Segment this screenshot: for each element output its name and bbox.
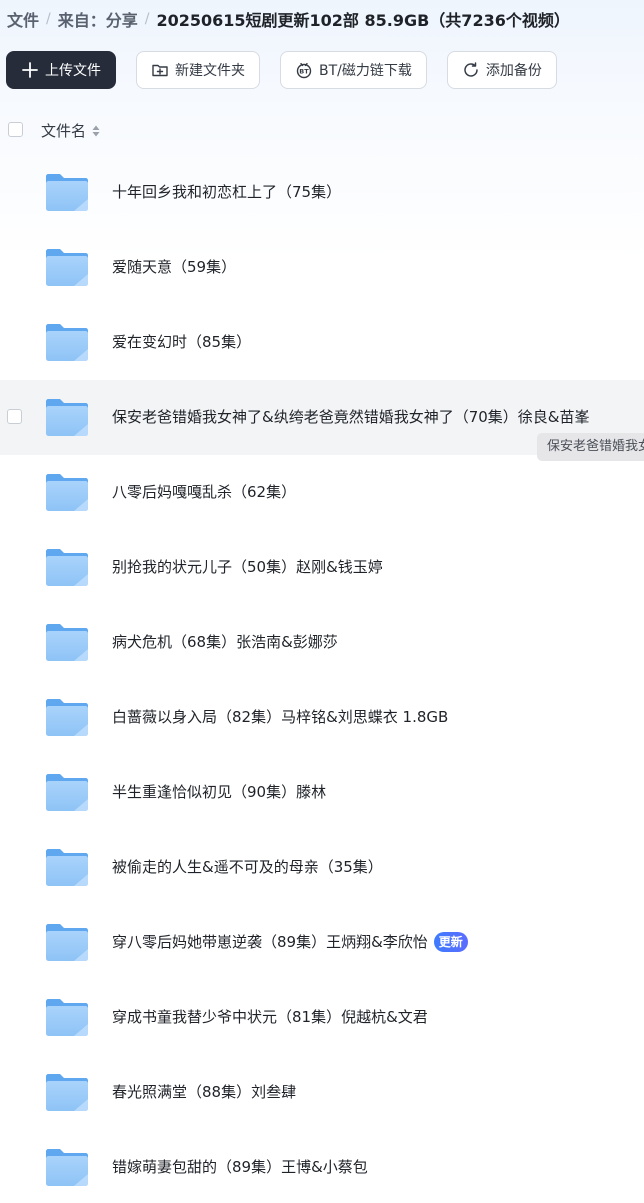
new-folder-label: 新建文件夹 bbox=[175, 63, 245, 79]
file-name[interactable]: 八零后妈嘎嘎乱杀（62集） bbox=[112, 481, 296, 502]
upload-file-label: 上传文件 bbox=[45, 63, 101, 79]
file-name[interactable]: 白蔷薇以身入局（82集）马梓铭&刘思蝶衣 1.8GB bbox=[112, 706, 448, 727]
name-column-header[interactable]: 文件名 bbox=[41, 120, 86, 141]
bt-magnet-download-label: BT/磁力链下载 bbox=[319, 63, 412, 79]
file-name-text: 爱随天意（59集） bbox=[112, 258, 237, 276]
new-folder-button[interactable]: 新建文件夹 bbox=[136, 51, 260, 89]
folder-icon bbox=[44, 321, 90, 363]
select-all-checkbox[interactable] bbox=[8, 122, 23, 137]
file-name-text: 春光照满堂（88集）刘叁肆 bbox=[112, 1083, 297, 1101]
file-name-text: 穿成书童我替少爷中状元（81集）倪越杭&文君 bbox=[112, 1008, 428, 1026]
file-row[interactable]: 爱在变幻时（85集） bbox=[0, 305, 644, 380]
breadcrumb-source[interactable]: 来自：分享 bbox=[58, 7, 138, 31]
file-row[interactable]: 被偷走的人生&遥不可及的母亲（35集） bbox=[0, 830, 644, 905]
folder-icon bbox=[44, 246, 90, 288]
folder-icon bbox=[44, 621, 90, 663]
breadcrumb-separator: / bbox=[46, 11, 51, 27]
toolbar: 上传文件 新建文件夹 BT BT/磁力链下载 添加备份 bbox=[6, 50, 577, 90]
folder-icon bbox=[44, 696, 90, 738]
file-name-text: 穿八零后妈她带崽逆袭（89集）王炳翔&李欣怡 bbox=[112, 933, 428, 951]
file-row[interactable]: 半生重逢恰似初见（90集）滕林 bbox=[0, 755, 644, 830]
filename-tooltip: 保安老爸错婚我女 bbox=[537, 433, 644, 461]
file-row[interactable]: 春光照满堂（88集）刘叁肆 bbox=[0, 1055, 644, 1130]
file-name-text: 保安老爸错婚我女神了&纨绔老爸竟然错婚我女神了（70集）徐良&苗峯 bbox=[112, 408, 590, 426]
file-row[interactable]: 十年回乡我和初恋杠上了（75集） bbox=[0, 155, 644, 230]
file-row[interactable]: 穿成书童我替少爷中状元（81集）倪越杭&文君 bbox=[0, 980, 644, 1055]
bt-icon: BT bbox=[295, 61, 313, 79]
folder-icon bbox=[44, 1146, 90, 1188]
file-name-text: 别抢我的状元儿子（50集）赵刚&钱玉婷 bbox=[112, 558, 383, 576]
file-name-text: 白蔷薇以身入局（82集）马梓铭&刘思蝶衣 1.8GB bbox=[112, 708, 449, 726]
file-name[interactable]: 爱在变幻时（85集） bbox=[112, 331, 251, 352]
folder-plus-icon bbox=[151, 61, 169, 79]
file-row[interactable]: 穿八零后妈她带崽逆袭（89集）王炳翔&李欣怡 更新 bbox=[0, 905, 644, 980]
file-row[interactable]: 别抢我的状元儿子（50集）赵刚&钱玉婷 bbox=[0, 530, 644, 605]
upload-file-button[interactable]: 上传文件 bbox=[6, 51, 116, 89]
file-name[interactable]: 错嫁萌妻包甜的（89集）王博&小蔡包 bbox=[112, 1156, 368, 1177]
breadcrumb-separator: / bbox=[144, 11, 150, 27]
folder-icon bbox=[44, 771, 90, 813]
file-row[interactable]: 白蔷薇以身入局（82集）马梓铭&刘思蝶衣 1.8GB bbox=[0, 680, 644, 755]
file-manager-page: 文件 / 来自：分享 / 20250615短剧更新102部 85.9GB（共72… bbox=[0, 0, 644, 1203]
breadcrumb-current-folder: 20250615短剧更新102部 85.9GB（共7236个视频） bbox=[156, 11, 570, 30]
breadcrumb-root[interactable]: 文件 bbox=[7, 7, 39, 31]
folder-icon bbox=[44, 471, 90, 513]
folder-icon bbox=[44, 846, 90, 888]
file-name-text: 爱在变幻时（85集） bbox=[112, 333, 252, 351]
update-badge: 更新 bbox=[433, 931, 468, 952]
sort-icon[interactable] bbox=[91, 123, 101, 137]
file-name[interactable]: 春光照满堂（88集）刘叁肆 bbox=[112, 1081, 296, 1102]
file-name[interactable]: 半生重逢恰似初见（90集）滕林 bbox=[112, 781, 326, 802]
file-name[interactable]: 被偷走的人生&遥不可及的母亲（35集） bbox=[112, 856, 383, 877]
folder-icon bbox=[44, 546, 90, 588]
file-row[interactable]: 八零后妈嘎嘎乱杀（62集） bbox=[0, 455, 644, 530]
folder-icon bbox=[44, 171, 90, 213]
file-name[interactable]: 穿成书童我替少爷中状元（81集）倪越杭&文君 bbox=[112, 1006, 428, 1027]
refresh-icon bbox=[462, 61, 480, 79]
row-checkbox[interactable] bbox=[7, 409, 22, 424]
file-name-text: 八零后妈嘎嘎乱杀（62集） bbox=[112, 483, 297, 501]
file-name-text: 十年回乡我和初恋杠上了（75集） bbox=[112, 183, 342, 201]
file-list-header: 文件名 bbox=[0, 114, 644, 146]
file-row[interactable]: 错嫁萌妻包甜的（89集）王博&小蔡包 bbox=[0, 1130, 644, 1203]
file-name[interactable]: 病犬危机（68集）张浩南&彭娜莎 bbox=[112, 631, 338, 652]
file-name[interactable]: 别抢我的状元儿子（50集）赵刚&钱玉婷 bbox=[112, 556, 383, 577]
breadcrumb: 文件 / 来自：分享 / 20250615短剧更新102部 85.9GB（共72… bbox=[7, 7, 570, 31]
file-name-text: 病犬危机（68集）张浩南&彭娜莎 bbox=[112, 633, 338, 651]
file-name-text: 半生重逢恰似初见（90集）滕林 bbox=[112, 783, 327, 801]
folder-icon bbox=[44, 396, 90, 438]
file-row[interactable]: 爱随天意（59集） bbox=[0, 230, 644, 305]
file-name-text: 错嫁萌妻包甜的（89集）王博&小蔡包 bbox=[112, 1158, 368, 1176]
add-backup-button[interactable]: 添加备份 bbox=[446, 51, 557, 89]
file-name[interactable]: 穿八零后妈她带崽逆袭（89集）王炳翔&李欣怡 更新 bbox=[112, 931, 468, 952]
file-name[interactable]: 保安老爸错婚我女神了&纨绔老爸竟然错婚我女神了（70集）徐良&苗峯 bbox=[112, 406, 589, 427]
add-backup-label: 添加备份 bbox=[485, 63, 542, 79]
folder-icon bbox=[44, 996, 90, 1038]
bt-magnet-download-button[interactable]: BT BT/磁力链下载 bbox=[280, 51, 427, 89]
file-name-text: 被偷走的人生&遥不可及的母亲（35集） bbox=[112, 858, 383, 876]
file-name[interactable]: 爱随天意（59集） bbox=[112, 256, 236, 277]
plus-icon bbox=[21, 61, 39, 79]
folder-icon bbox=[44, 1071, 90, 1113]
file-name[interactable]: 十年回乡我和初恋杠上了（75集） bbox=[112, 181, 341, 202]
svg-text:BT: BT bbox=[299, 68, 309, 76]
file-row[interactable]: 病犬危机（68集）张浩南&彭娜莎 bbox=[0, 605, 644, 680]
file-list: 十年回乡我和初恋杠上了（75集） 爱随天意（59集） 爱在变幻时（85集） 保安… bbox=[0, 155, 644, 1203]
folder-icon bbox=[44, 921, 90, 963]
